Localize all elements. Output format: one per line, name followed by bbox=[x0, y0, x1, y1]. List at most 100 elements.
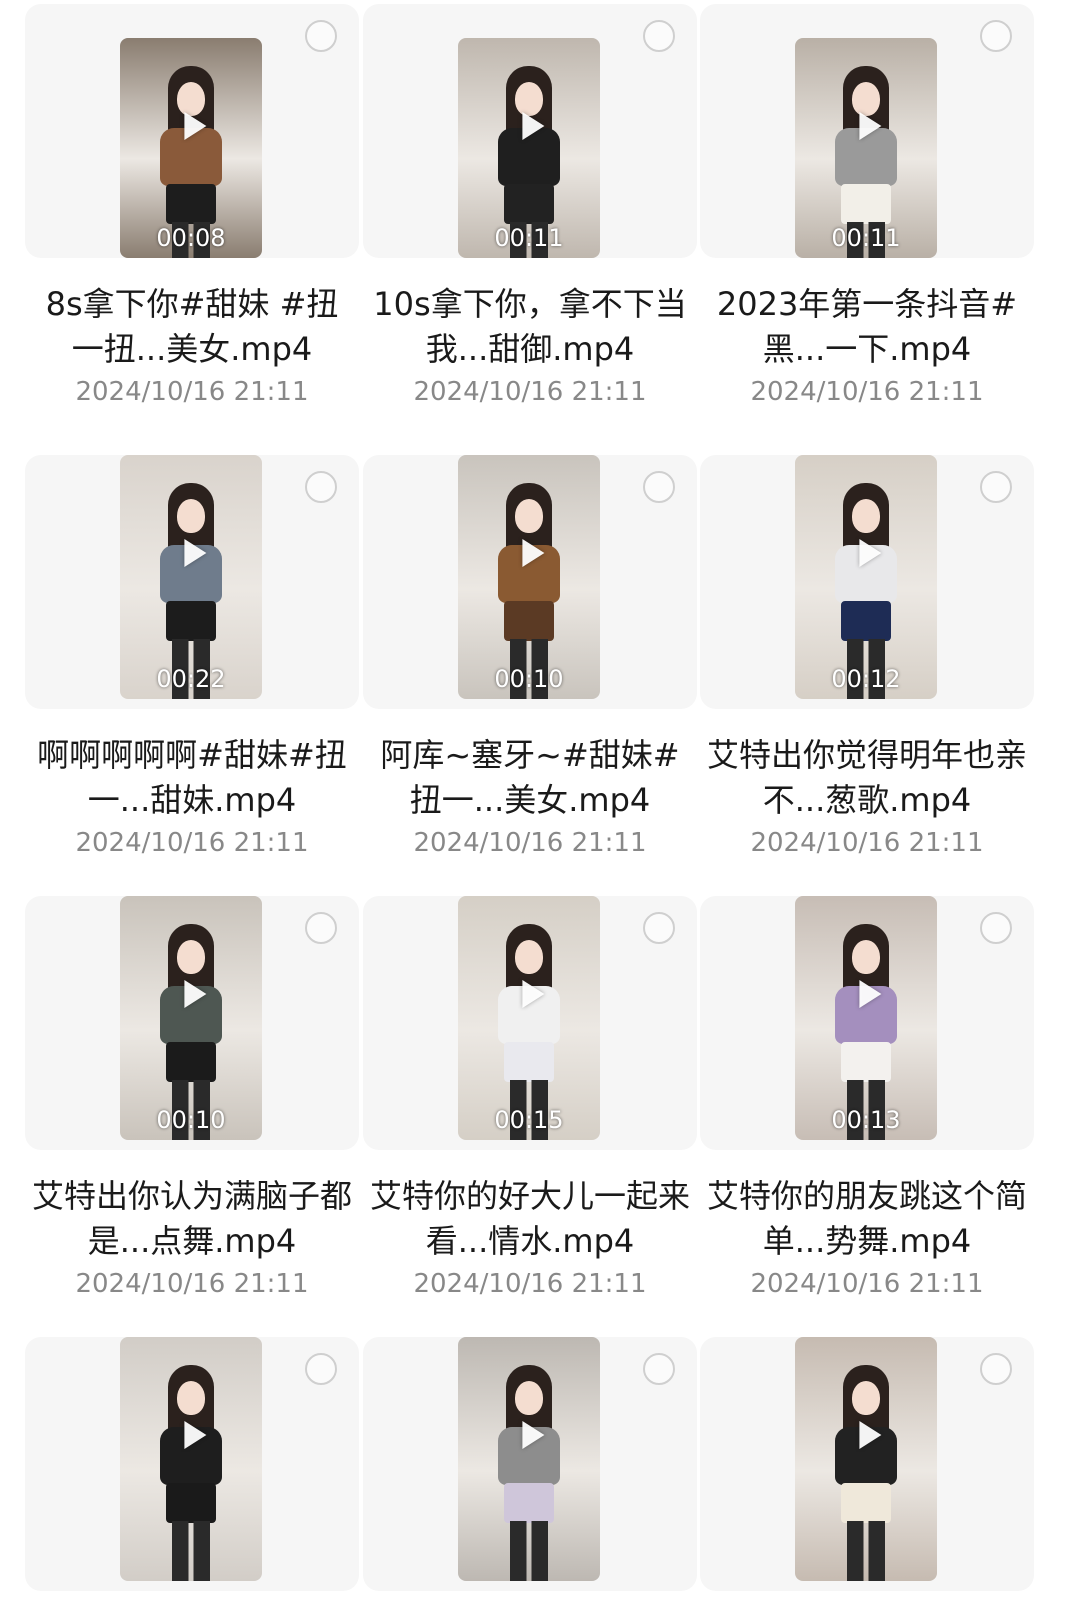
video-card[interactable]: 00:12 bbox=[700, 455, 1034, 709]
video-title: 2023年第一条抖音#黑...一下.mp4 bbox=[716, 285, 1018, 368]
duration-label: 00:12 bbox=[831, 665, 901, 693]
figure-bottom bbox=[504, 1483, 554, 1523]
video-item[interactable]: 00:15 艾特你的好大儿一起来看...情水.mp4 2024/10/16 21:1… bbox=[363, 896, 697, 1304]
figure-bottom bbox=[841, 184, 891, 224]
select-circle-icon[interactable] bbox=[643, 471, 675, 503]
video-item[interactable]: 00:08 8s拿下你#甜妹 #扭一扭...美女.mp4 2024/10/16 21… bbox=[25, 4, 359, 412]
play-icon[interactable] bbox=[522, 1420, 545, 1449]
play-icon[interactable] bbox=[522, 112, 545, 140]
video-date: 2024/10/16 21:11 bbox=[750, 377, 984, 407]
video-thumbnail[interactable]: 00:10 bbox=[120, 896, 262, 1140]
figure-bottom bbox=[504, 601, 554, 641]
video-item[interactable]: 00:13 艾特你的朋友跳这个简单...势舞.mp4 2024/10/16 21:1… bbox=[700, 896, 1034, 1304]
figure-legs bbox=[172, 1521, 210, 1581]
video-date: 2024/10/16 21:11 bbox=[413, 377, 647, 407]
video-date: 2024/10/16 21:11 bbox=[75, 828, 309, 858]
select-circle-icon[interactable] bbox=[980, 1353, 1012, 1385]
video-date: 2024/10/16 21:11 bbox=[413, 1269, 647, 1299]
play-icon[interactable] bbox=[522, 538, 545, 567]
video-thumbnail[interactable] bbox=[795, 1337, 937, 1581]
video-date: 2024/10/16 21:11 bbox=[413, 828, 647, 858]
video-thumbnail[interactable]: 00:10 bbox=[458, 455, 600, 699]
video-card[interactable]: 00:10 bbox=[363, 455, 697, 709]
video-grid: 00:08 8s拿下你#甜妹 #扭一扭...美女.mp4 2024/10/16 21… bbox=[0, 0, 1080, 1620]
video-date: 2024/10/16 21:11 bbox=[750, 1269, 984, 1299]
video-date: 2024/10/16 21:11 bbox=[75, 377, 309, 407]
select-circle-icon[interactable] bbox=[980, 912, 1012, 944]
figure-face bbox=[515, 82, 543, 116]
video-item[interactable]: 00:11 10s拿下你，拿不下当我...甜御.mp4 2024/10/16 21:… bbox=[363, 4, 697, 412]
video-item[interactable]: 00:11 2023年第一条抖音#黑...一下.mp4 2024/10/16 21:… bbox=[700, 4, 1034, 412]
play-icon[interactable] bbox=[522, 979, 545, 1008]
video-item[interactable] bbox=[700, 1337, 1034, 1591]
figure-face bbox=[515, 1381, 543, 1415]
figure-face bbox=[515, 499, 543, 533]
play-icon[interactable] bbox=[184, 538, 207, 567]
video-item[interactable] bbox=[363, 1337, 697, 1591]
select-circle-icon[interactable] bbox=[980, 471, 1012, 503]
figure-bottom bbox=[504, 184, 554, 224]
video-thumbnail[interactable]: 00:11 bbox=[795, 38, 937, 258]
video-title: 艾特出你觉得明年也亲不...葱歌.mp4 bbox=[706, 736, 1027, 819]
video-title: 啊啊啊啊啊#甜妹#扭一...甜妹.mp4 bbox=[37, 736, 347, 819]
video-item[interactable]: 00:22 啊啊啊啊啊#甜妹#扭一...甜妹.mp4 2024/10/16 21:1… bbox=[25, 455, 359, 863]
figure-face bbox=[852, 82, 880, 116]
figure-bottom bbox=[166, 1483, 216, 1523]
figure-face bbox=[515, 940, 543, 974]
play-icon[interactable] bbox=[184, 1420, 207, 1449]
figure-legs bbox=[847, 1521, 885, 1581]
video-card[interactable] bbox=[363, 1337, 697, 1591]
duration-label: 00:08 bbox=[156, 224, 226, 252]
video-card[interactable]: 00:10 bbox=[25, 896, 359, 1150]
video-card[interactable]: 00:15 bbox=[363, 896, 697, 1150]
figure-face bbox=[177, 499, 205, 533]
figure-face bbox=[852, 940, 880, 974]
play-icon[interactable] bbox=[859, 538, 882, 567]
play-icon[interactable] bbox=[859, 112, 882, 140]
figure-bottom bbox=[841, 1483, 891, 1523]
duration-label: 00:15 bbox=[494, 1106, 564, 1134]
video-card[interactable]: 00:11 bbox=[700, 4, 1034, 258]
video-thumbnail[interactable]: 00:13 bbox=[795, 896, 937, 1140]
video-item[interactable]: 00:12 艾特出你觉得明年也亲不...葱歌.mp4 2024/10/16 21:1… bbox=[700, 455, 1034, 863]
video-title: 艾特你的朋友跳这个简单...势舞.mp4 bbox=[706, 1177, 1027, 1260]
video-card[interactable]: 00:13 bbox=[700, 896, 1034, 1150]
video-thumbnail[interactable]: 00:15 bbox=[458, 896, 600, 1140]
select-circle-icon[interactable] bbox=[980, 20, 1012, 52]
play-icon[interactable] bbox=[184, 112, 207, 140]
video-item[interactable] bbox=[25, 1337, 359, 1591]
select-circle-icon[interactable] bbox=[305, 912, 337, 944]
select-circle-icon[interactable] bbox=[643, 912, 675, 944]
play-icon[interactable] bbox=[859, 1420, 882, 1449]
figure-bottom bbox=[166, 601, 216, 641]
figure-face bbox=[177, 82, 205, 116]
video-card[interactable] bbox=[700, 1337, 1034, 1591]
video-item[interactable]: 00:10 艾特出你认为满脑子都是...点舞.mp4 2024/10/16 21:1… bbox=[25, 896, 359, 1304]
figure-bottom bbox=[504, 1042, 554, 1082]
video-thumbnail[interactable]: 00:08 bbox=[120, 38, 262, 258]
video-title: 阿库~塞牙~#甜妹#扭一...美女.mp4 bbox=[380, 736, 680, 819]
duration-label: 00:22 bbox=[156, 665, 226, 693]
video-date: 2024/10/16 21:11 bbox=[75, 1269, 309, 1299]
video-date: 2024/10/16 21:11 bbox=[750, 828, 984, 858]
select-circle-icon[interactable] bbox=[643, 1353, 675, 1385]
select-circle-icon[interactable] bbox=[305, 20, 337, 52]
video-thumbnail[interactable] bbox=[458, 1337, 600, 1581]
play-icon[interactable] bbox=[184, 979, 207, 1008]
video-thumbnail[interactable]: 00:12 bbox=[795, 455, 937, 699]
select-circle-icon[interactable] bbox=[305, 471, 337, 503]
video-card[interactable]: 00:11 bbox=[363, 4, 697, 258]
video-card[interactable]: 00:08 bbox=[25, 4, 359, 258]
play-icon[interactable] bbox=[859, 979, 882, 1008]
video-thumbnail[interactable]: 00:22 bbox=[120, 455, 262, 699]
video-item[interactable]: 00:10 阿库~塞牙~#甜妹#扭一...美女.mp4 2024/10/16 21:… bbox=[363, 455, 697, 863]
select-circle-icon[interactable] bbox=[643, 20, 675, 52]
select-circle-icon[interactable] bbox=[305, 1353, 337, 1385]
video-card[interactable] bbox=[25, 1337, 359, 1591]
figure-bottom bbox=[841, 601, 891, 641]
video-card[interactable]: 00:22 bbox=[25, 455, 359, 709]
video-thumbnail[interactable] bbox=[120, 1337, 262, 1581]
video-thumbnail[interactable]: 00:11 bbox=[458, 38, 600, 258]
video-title: 10s拿下你，拿不下当我...甜御.mp4 bbox=[373, 285, 687, 368]
figure-face bbox=[852, 1381, 880, 1415]
